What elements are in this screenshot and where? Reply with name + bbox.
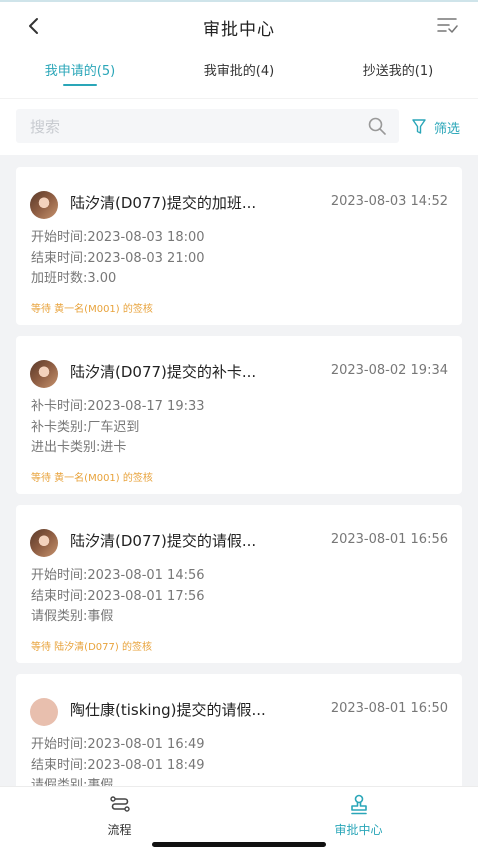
search-icon[interactable] (367, 116, 387, 136)
approval-card[interactable]: 陆汐清(D077)提交的请假... 2023-08-01 16:56 开始时间:… (16, 505, 462, 663)
detail-line: 请假类别:事假 (31, 609, 114, 624)
approval-list: 陆汐清(D077)提交的加班... 2023-08-03 14:52 开始时间:… (0, 154, 478, 786)
search-box (16, 109, 399, 145)
card-details: 开始时间:2023-08-01 14:56 结束时间:2023-08-01 17… (31, 566, 205, 628)
card-title: 陆汐清(D077)提交的请假... (70, 532, 257, 550)
card-title: 陶仕康(tisking)提交的请假... (70, 701, 266, 719)
status-text: 等待 黄一名(M001) 的签核 (31, 473, 153, 484)
flow-icon (109, 796, 130, 812)
avatar (30, 191, 58, 219)
detail-line: 开始时间:2023-08-01 14:56 (31, 568, 205, 583)
stamp-icon (350, 794, 367, 815)
approval-card[interactable]: 陶仕康(tisking)提交的请假... 2023-08-01 16:50 开始… (16, 674, 462, 786)
funnel-icon (412, 119, 426, 134)
header: 审批中心 我申请的(5) 我审批的(4) 抄送我的(1) (0, 2, 478, 98)
nav-bar: 审批中心 (0, 2, 478, 48)
home-indicator (152, 842, 326, 847)
tab-my-approvals[interactable]: 我审批的(4) (159, 60, 319, 79)
card-details: 开始时间:2023-08-01 16:49 结束时间:2023-08-01 18… (31, 735, 205, 786)
detail-line: 结束时间:2023-08-01 18:49 (31, 757, 205, 773)
tab-cc-to-me[interactable]: 抄送我的(1) (318, 60, 478, 79)
tab-bar: 我申请的(5) 我审批的(4) 抄送我的(1) (0, 54, 478, 94)
card-time: 2023-08-01 16:56 (330, 532, 448, 547)
card-title: 陆汐清(D077)提交的补卡... (70, 363, 257, 381)
detail-line: 补卡类别:厂车迟到 (31, 419, 140, 435)
card-details: 开始时间:2023-08-03 18:00 结束时间:2023-08-03 21… (31, 228, 205, 290)
detail-line: 补卡时间:2023-08-17 19:33 (31, 399, 205, 414)
detail-line: 结束时间:2023-08-03 21:00 (31, 250, 205, 266)
card-title: 陆汐清(D077)提交的加班... (70, 194, 257, 212)
detail-line: 加班时数:3.00 (31, 271, 117, 286)
active-tab-indicator (63, 84, 97, 86)
search-bar: 筛选 (0, 98, 478, 155)
avatar (30, 529, 58, 557)
search-input[interactable] (28, 109, 352, 145)
page-title: 审批中心 (203, 20, 275, 40)
filter-button[interactable]: 筛选 (412, 116, 460, 138)
avatar (30, 360, 58, 388)
nav-label-flow: 流程 (107, 823, 132, 837)
card-time: 2023-08-01 16:50 (330, 701, 448, 716)
detail-line: 开始时间:2023-08-01 16:49 (31, 737, 205, 752)
tab-my-applications[interactable]: 我申请的(5) (0, 60, 160, 79)
card-time: 2023-08-03 14:52 (330, 194, 448, 209)
detail-line: 开始时间:2023-08-03 18:00 (31, 230, 205, 245)
avatar (30, 698, 58, 726)
card-time: 2023-08-02 19:34 (330, 363, 448, 378)
nav-label-approval-center: 审批中心 (334, 823, 383, 837)
approval-card[interactable]: 陆汐清(D077)提交的加班... 2023-08-03 14:52 开始时间:… (16, 167, 462, 325)
sort-list-icon[interactable] (436, 14, 458, 36)
approval-card[interactable]: 陆汐清(D077)提交的补卡... 2023-08-02 19:34 补卡时间:… (16, 336, 462, 494)
status-text: 等待 陆汐清(D077) 的签核 (31, 642, 152, 653)
status-text: 等待 黄一名(M001) 的签核 (31, 304, 153, 315)
detail-line: 结束时间:2023-08-01 17:56 (31, 588, 205, 604)
filter-label: 筛选 (434, 121, 461, 137)
detail-line: 请假类别:事假 (31, 778, 114, 786)
card-details: 补卡时间:2023-08-17 19:33 补卡类别:厂车迟到 进出卡类别:进卡 (31, 397, 205, 459)
detail-line: 进出卡类别:进卡 (31, 440, 127, 455)
